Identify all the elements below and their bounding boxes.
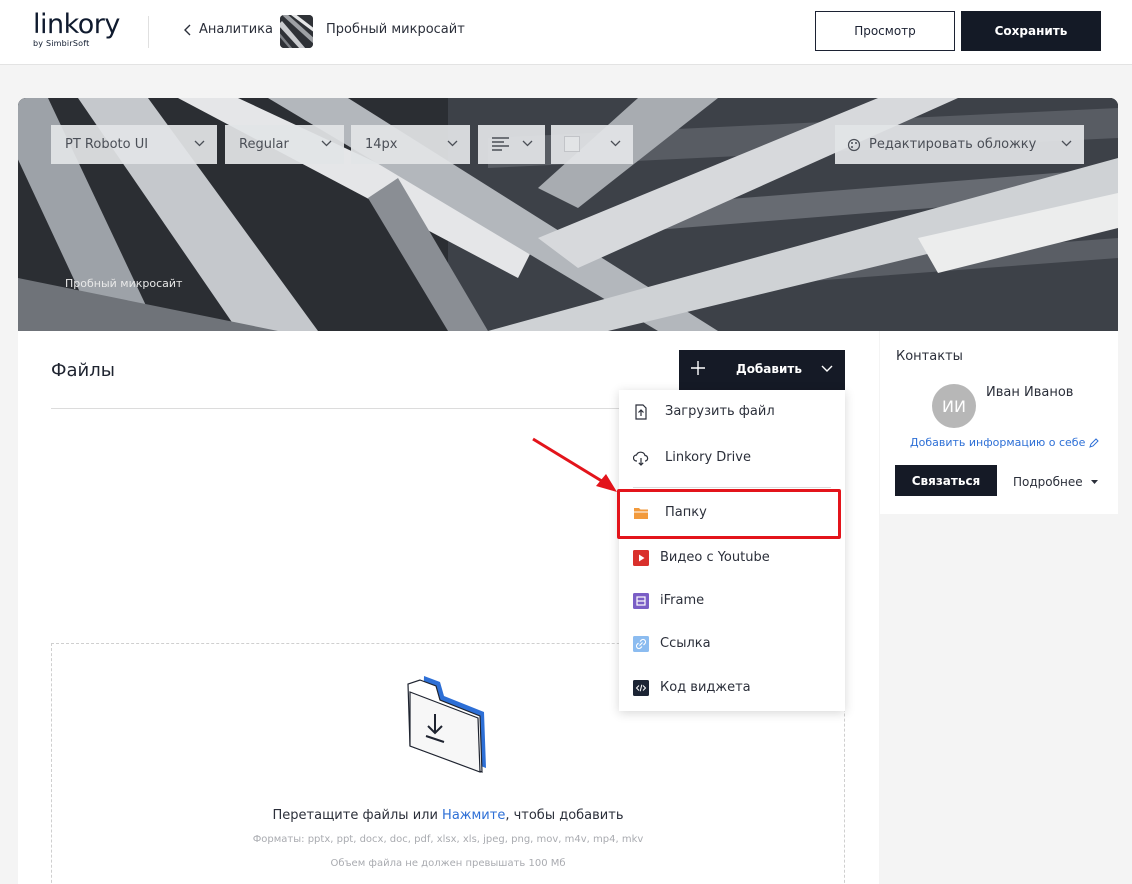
dropzone-browse-link[interactable]: Нажмите bbox=[442, 808, 505, 823]
menu-item-label: Папку bbox=[665, 505, 707, 520]
chevron-down-icon bbox=[194, 140, 205, 147]
chevron-down-icon bbox=[321, 140, 332, 147]
chevron-down-icon bbox=[821, 365, 833, 372]
font-size-value: 14px bbox=[365, 137, 398, 152]
chevron-down-icon bbox=[447, 140, 458, 147]
menu-item-label: Ссылка bbox=[660, 636, 711, 651]
logo[interactable]: linkory by SimbirSoft bbox=[33, 9, 120, 49]
more-dropdown[interactable]: Подробнее bbox=[1013, 475, 1098, 489]
iframe-icon bbox=[633, 593, 649, 609]
add-button-label: Добавить bbox=[736, 362, 802, 376]
add-button[interactable]: Добавить bbox=[679, 350, 845, 390]
cover-image: PT Roboto UI Regular 14px Редактировать … bbox=[18, 98, 1118, 331]
preview-button[interactable]: Просмотр bbox=[815, 11, 955, 51]
more-label: Подробнее bbox=[1013, 475, 1083, 489]
font-weight-value: Regular bbox=[239, 137, 289, 152]
top-header: linkory by SimbirSoft Аналитика Пробный … bbox=[0, 0, 1132, 65]
plus-icon bbox=[691, 361, 705, 375]
contacts-title: Контакты bbox=[896, 349, 963, 364]
menu-item-iframe[interactable]: iFrame bbox=[619, 583, 845, 619]
palette-icon bbox=[847, 138, 861, 152]
text-color-dropdown[interactable] bbox=[551, 125, 633, 164]
back-link-label: Аналитика bbox=[199, 22, 273, 37]
cover-site-title[interactable]: Пробный микросайт bbox=[65, 277, 182, 290]
youtube-icon bbox=[633, 550, 649, 566]
dropzone-text-after: , чтобы добавить bbox=[505, 808, 624, 823]
header-divider bbox=[148, 16, 149, 48]
dropzone-formats: Форматы: pptx, ppt, docx, doc, pdf, xlsx… bbox=[252, 834, 644, 845]
edit-cover-label: Редактировать обложку bbox=[869, 137, 1037, 152]
menu-item-folder[interactable]: Папку bbox=[619, 495, 845, 531]
font-weight-dropdown[interactable]: Regular bbox=[225, 125, 344, 164]
chevron-down-icon bbox=[610, 140, 621, 147]
menu-item-label: Код виджета bbox=[660, 680, 751, 695]
edit-cover-dropdown[interactable]: Редактировать обложку bbox=[835, 125, 1084, 164]
upload-file-icon bbox=[635, 404, 647, 420]
logo-subtext: by SimbirSoft bbox=[33, 39, 90, 48]
font-family-value: PT Roboto UI bbox=[65, 137, 149, 152]
menu-item-label: Linkory Drive bbox=[665, 450, 751, 465]
menu-item-youtube[interactable]: Видео с Youtube bbox=[619, 540, 845, 576]
back-link[interactable]: Аналитика bbox=[183, 22, 273, 37]
site-name: Пробный микросайт bbox=[326, 22, 465, 37]
font-family-dropdown[interactable]: PT Roboto UI bbox=[51, 125, 217, 164]
menu-item-label: Видео с Youtube bbox=[660, 550, 770, 565]
add-info-link[interactable]: Добавить информацию о себе bbox=[910, 436, 1100, 449]
menu-item-link[interactable]: Ссылка bbox=[619, 626, 845, 662]
dropzone-instruction: Перетащите файлы или Нажмите, чтобы доба… bbox=[52, 808, 844, 823]
contact-button[interactable]: Связаться bbox=[895, 465, 997, 496]
chevron-down-icon bbox=[522, 140, 533, 147]
menu-item-label: iFrame bbox=[660, 593, 705, 608]
text-align-dropdown[interactable] bbox=[478, 125, 545, 164]
menu-item-widget-code[interactable]: Код виджета bbox=[619, 670, 845, 706]
menu-item-upload-file[interactable]: Загрузить файл bbox=[619, 394, 845, 430]
contacts-panel: Контакты ИИ Иван Иванов Добавить информа… bbox=[880, 331, 1118, 514]
code-icon bbox=[633, 680, 649, 696]
caret-down-icon bbox=[1090, 480, 1098, 484]
folder-download-icon bbox=[407, 676, 486, 773]
dropzone-size-limit: Объем файла не должен превышать 100 Мб bbox=[330, 858, 566, 869]
align-left-icon bbox=[492, 137, 509, 151]
menu-item-linkory-drive[interactable]: Linkory Drive bbox=[619, 440, 845, 476]
contact-name: Иван Иванов bbox=[986, 385, 1074, 400]
add-menu: Загрузить файл Linkory Drive Папку Видео… bbox=[619, 390, 845, 711]
avatar: ИИ bbox=[932, 384, 976, 428]
files-title: Файлы bbox=[51, 360, 115, 381]
font-size-dropdown[interactable]: 14px bbox=[351, 125, 470, 164]
cloud-download-icon bbox=[633, 451, 649, 466]
link-icon bbox=[633, 636, 649, 652]
menu-divider bbox=[633, 487, 831, 488]
site-thumbnail bbox=[280, 15, 313, 48]
add-info-label: Добавить информацию о себе bbox=[910, 436, 1086, 449]
dropzone-text-before: Перетащите файлы или bbox=[272, 808, 443, 823]
logo-text: linkory bbox=[33, 9, 120, 40]
folder-icon bbox=[634, 508, 648, 519]
color-swatch bbox=[564, 136, 580, 152]
pencil-icon bbox=[1089, 437, 1100, 448]
save-button[interactable]: Сохранить bbox=[961, 11, 1101, 51]
chevron-left-icon bbox=[184, 24, 191, 35]
menu-item-label: Загрузить файл bbox=[665, 404, 775, 419]
chevron-down-icon bbox=[1061, 140, 1072, 147]
